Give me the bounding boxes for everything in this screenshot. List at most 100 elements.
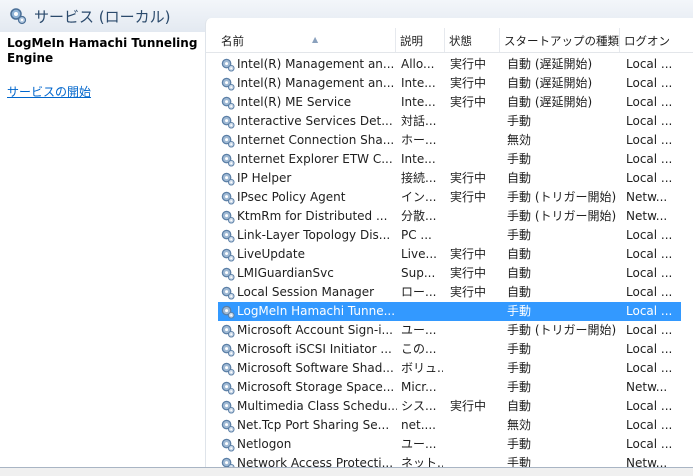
service-gear-icon xyxy=(221,381,235,395)
service-name: LogMeIn Hamachi Tunne... xyxy=(237,304,396,318)
service-state: 実行中 xyxy=(450,57,487,71)
service-logon: Netw... xyxy=(626,209,668,223)
service-gear-icon xyxy=(221,400,235,414)
service-name: Internet Connection Sha... xyxy=(237,133,395,147)
service-gear-icon xyxy=(221,362,235,376)
service-row[interactable]: Link-Layer Topology Dis... PC ... 手動 Local … xyxy=(206,226,693,245)
service-logon: Netw... xyxy=(626,380,668,394)
service-logon: Local ... xyxy=(626,285,673,299)
service-name: Link-Layer Topology Dis... xyxy=(237,228,391,242)
service-description: net.... xyxy=(401,418,436,432)
service-description: Allo... xyxy=(401,57,435,71)
service-gear-icon xyxy=(221,229,235,243)
service-row[interactable]: Interactive Services Det... 対話... 手動 Local … xyxy=(206,112,693,131)
description-pane: LogMeIn Hamachi Tunneling Engine サービスの開始 xyxy=(0,32,205,475)
service-logon: Local ... xyxy=(626,437,673,451)
service-row[interactable]: LogMeIn Hamachi Tunne... 手動 Local ... xyxy=(206,302,693,321)
service-state xyxy=(450,226,500,245)
service-description xyxy=(401,302,443,321)
service-description: 接続... xyxy=(401,171,437,185)
service-description: ユー... xyxy=(401,437,437,451)
service-description: Inte... xyxy=(401,76,436,90)
service-logon: Local ... xyxy=(626,133,673,147)
service-logon: Local ... xyxy=(626,361,673,375)
service-row[interactable]: Internet Explorer ETW C... Inte... 手動 Local… xyxy=(206,150,693,169)
service-row[interactable]: Internet Connection Sha... ホー... 無効 Local .… xyxy=(206,131,693,150)
service-state xyxy=(450,359,500,378)
service-row[interactable]: Microsoft Account Sign-i... ユー... 手動 (トリガー… xyxy=(206,321,693,340)
service-startup-type: 自動 xyxy=(507,266,532,280)
service-row[interactable]: LiveUpdate Live... 実行中 自動 Local ... xyxy=(206,245,693,264)
column-header-name[interactable]: 名前 ▲ xyxy=(217,28,396,52)
column-header-name-label: 名前 xyxy=(221,34,244,48)
service-state xyxy=(450,302,500,321)
service-state xyxy=(450,150,500,169)
service-row[interactable]: Microsoft Software Shad... ボリュ... 手動 Local … xyxy=(206,359,693,378)
service-name: IPsec Policy Agent xyxy=(237,190,346,204)
service-row[interactable]: IPsec Policy Agent イン... 実行中 手動 (トリガー開始) Net… xyxy=(206,188,693,207)
service-logon: Local ... xyxy=(626,57,673,71)
service-name: Microsoft iSCSI Initiator ... xyxy=(237,342,392,356)
service-startup-type: 自動 xyxy=(507,171,532,185)
service-description: ユー... xyxy=(401,323,437,337)
service-startup-type: 手動 xyxy=(507,361,532,375)
column-header-state[interactable]: 状態 xyxy=(445,28,500,52)
services-table-body: Intel(R) Management an... Allo... 実行中 自動 (遅… xyxy=(206,55,693,473)
service-gear-icon xyxy=(221,58,235,72)
service-name: Net.Tcp Port Sharing Se... xyxy=(237,418,390,432)
service-state: 実行中 xyxy=(450,266,487,280)
service-gear-icon xyxy=(221,134,235,148)
service-logon: Local ... xyxy=(626,95,673,109)
service-startup-type: 手動 xyxy=(507,114,532,128)
column-header-startup-type[interactable]: スタートアップの種類 xyxy=(500,28,620,52)
service-name: LMIGuardianSvc xyxy=(237,266,334,280)
service-gear-icon xyxy=(221,438,235,452)
service-state: 実行中 xyxy=(450,95,487,109)
service-row[interactable]: Microsoft Storage Space... Micr... 手動 Netw.… xyxy=(206,378,693,397)
service-row[interactable]: Microsoft iSCSI Initiator ... この... 手動 Loca… xyxy=(206,340,693,359)
service-gear-icon xyxy=(221,115,235,129)
column-header-logon[interactable]: ログオン xyxy=(620,28,693,52)
service-state: 実行中 xyxy=(450,76,487,90)
service-state: 実行中 xyxy=(450,399,487,413)
service-logon: Local ... xyxy=(626,399,673,413)
service-gear-icon xyxy=(221,324,235,338)
service-startup-type: 無効 xyxy=(507,418,532,432)
service-name: Intel(R) ME Service xyxy=(237,95,352,109)
column-header-description[interactable]: 説明 xyxy=(396,28,445,52)
service-gear-icon xyxy=(221,77,235,91)
service-row[interactable]: Local Session Manager ロー... 実行中 自動 Local ... xyxy=(206,283,693,302)
service-startup-type: 手動 xyxy=(507,342,532,356)
service-name: Multimedia Class Schedu... xyxy=(237,399,397,413)
service-logon: Local ... xyxy=(626,323,673,337)
service-name: KtmRm for Distributed ... xyxy=(237,209,388,223)
service-startup-type: 手動 xyxy=(507,152,532,166)
service-row[interactable]: Intel(R) Management an... Allo... 実行中 自動 (遅… xyxy=(206,55,693,74)
service-description: この... xyxy=(401,342,437,356)
service-state: 実行中 xyxy=(450,190,487,204)
service-row[interactable]: IP Helper 接続... 実行中 自動 Local ... xyxy=(206,169,693,188)
service-row[interactable]: KtmRm for Distributed ... 分散... 手動 (トリガー開始… xyxy=(206,207,693,226)
service-row[interactable]: Intel(R) Management an... Inte... 実行中 自動 (遅… xyxy=(206,74,693,93)
service-description: PC ... xyxy=(401,228,432,242)
service-logon: Local ... xyxy=(626,76,673,90)
service-gear-icon xyxy=(221,153,235,167)
service-description: Micr... xyxy=(401,380,437,394)
service-startup-type: 自動 xyxy=(507,285,532,299)
service-row[interactable]: LMIGuardianSvc Sup... 実行中 自動 Local ... xyxy=(206,264,693,283)
start-service-link[interactable]: サービスの開始 xyxy=(7,83,91,100)
service-state xyxy=(450,321,500,340)
services-list-pane: 名前 ▲ 説明 状態 スタートアップの種類 ログオン Intel(R) Mana… xyxy=(205,18,693,475)
service-row[interactable]: Net.Tcp Port Sharing Se... net.... 無効 Local… xyxy=(206,416,693,435)
service-startup-type: 手動 xyxy=(507,437,532,451)
service-description: シス... xyxy=(401,399,437,413)
service-gear-icon xyxy=(221,419,235,433)
service-startup-type: 手動 (トリガー開始) xyxy=(507,190,617,204)
service-row[interactable]: Netlogon ユー... 手動 Local ... xyxy=(206,435,693,454)
service-row[interactable]: Intel(R) ME Service Inte... 実行中 自動 (遅延開始) Lo… xyxy=(206,93,693,112)
service-name: Internet Explorer ETW C... xyxy=(237,152,393,166)
service-startup-type: 自動 (遅延開始) xyxy=(507,95,593,109)
snapin-title: サービス (ローカル) xyxy=(34,8,171,26)
service-state xyxy=(450,435,500,454)
service-row[interactable]: Multimedia Class Schedu... シス... 実行中 自動 Loca… xyxy=(206,397,693,416)
